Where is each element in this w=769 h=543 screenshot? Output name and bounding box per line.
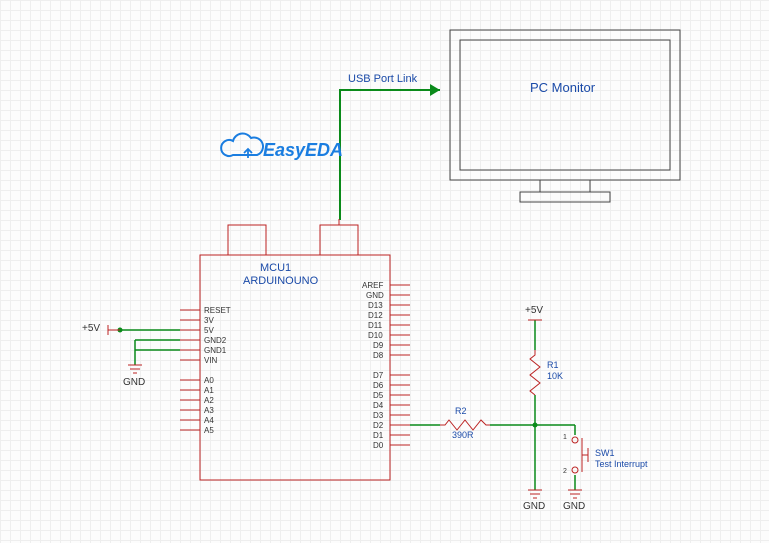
net-5v-left: +5V [82, 323, 100, 334]
mcu-body [200, 219, 390, 480]
p5v-left-symbol [108, 325, 120, 335]
sw1-val: Test Interrupt [595, 459, 648, 469]
pc-monitor-label: PC Monitor [530, 80, 595, 95]
pin-a2: A2 [204, 396, 214, 405]
pin-a4: A4 [204, 416, 214, 425]
pin-d9: D9 [373, 341, 383, 350]
pin-d7: D7 [373, 371, 383, 380]
mcu-left-pins [180, 310, 200, 430]
pin-d3: D3 [373, 411, 383, 420]
net-gnd-r1: GND [523, 501, 545, 512]
sw1-ref: SW1 [595, 448, 615, 458]
pin-gnd: GND [366, 291, 384, 300]
brand-label: EasyEDA [263, 140, 343, 161]
pin-5v: 5V [204, 326, 214, 335]
pin-gnd2: GND2 [204, 336, 226, 345]
pin-d11: D11 [368, 321, 382, 330]
pin-vin: VIN [204, 356, 217, 365]
pin-d1: D1 [373, 431, 383, 440]
gnd-right2-symbol [568, 490, 582, 498]
pin-3v: 3V [204, 316, 214, 325]
pin-d0: D0 [373, 441, 383, 450]
sw1-pin2: 2 [563, 468, 567, 475]
usb-link-wire [340, 84, 440, 220]
pin-d4: D4 [373, 401, 383, 410]
pin-aref: AREF [362, 281, 383, 290]
usb-link-label: USB Port Link [348, 73, 417, 85]
r2-ref: R2 [455, 406, 467, 416]
pin-a0: A0 [204, 376, 214, 385]
pin-d13: D13 [368, 301, 383, 310]
gnd-right1-symbol [528, 490, 542, 498]
easyeda-cloud-icon [221, 134, 263, 158]
pin-a5: A5 [204, 426, 214, 435]
r1-symbol [530, 350, 540, 395]
sw1-symbol [572, 437, 588, 473]
net-gnd-left: GND [123, 377, 145, 388]
pin-a1: A1 [204, 386, 214, 395]
r1-val: 10K [547, 371, 563, 381]
pin-d2: D2 [373, 421, 383, 430]
pin-d6: D6 [373, 381, 383, 390]
left-power-nets [118, 328, 181, 366]
sw1-pin1: 1 [563, 434, 567, 441]
mcu-part: ARDUINOUNO [243, 275, 318, 287]
pin-d8: D8 [373, 351, 383, 360]
r2-symbol [440, 420, 490, 430]
r1-ref: R1 [547, 360, 559, 370]
pin-d10: D10 [368, 331, 383, 340]
net-gnd-r2: GND [563, 501, 585, 512]
pin-gnd1: GND1 [204, 346, 226, 355]
pin-d12: D12 [368, 311, 383, 320]
net-5v-right: +5V [525, 305, 543, 316]
mcu-ref: MCU1 [260, 262, 291, 274]
r2-val: 390R [452, 430, 474, 440]
pc-monitor-symbol [450, 30, 680, 202]
right-nets [410, 320, 575, 490]
pin-reset: RESET [204, 306, 231, 315]
pin-d5: D5 [373, 391, 383, 400]
gnd-left-symbol [128, 365, 142, 373]
mcu-right-pins [390, 285, 410, 445]
pin-a3: A3 [204, 406, 214, 415]
